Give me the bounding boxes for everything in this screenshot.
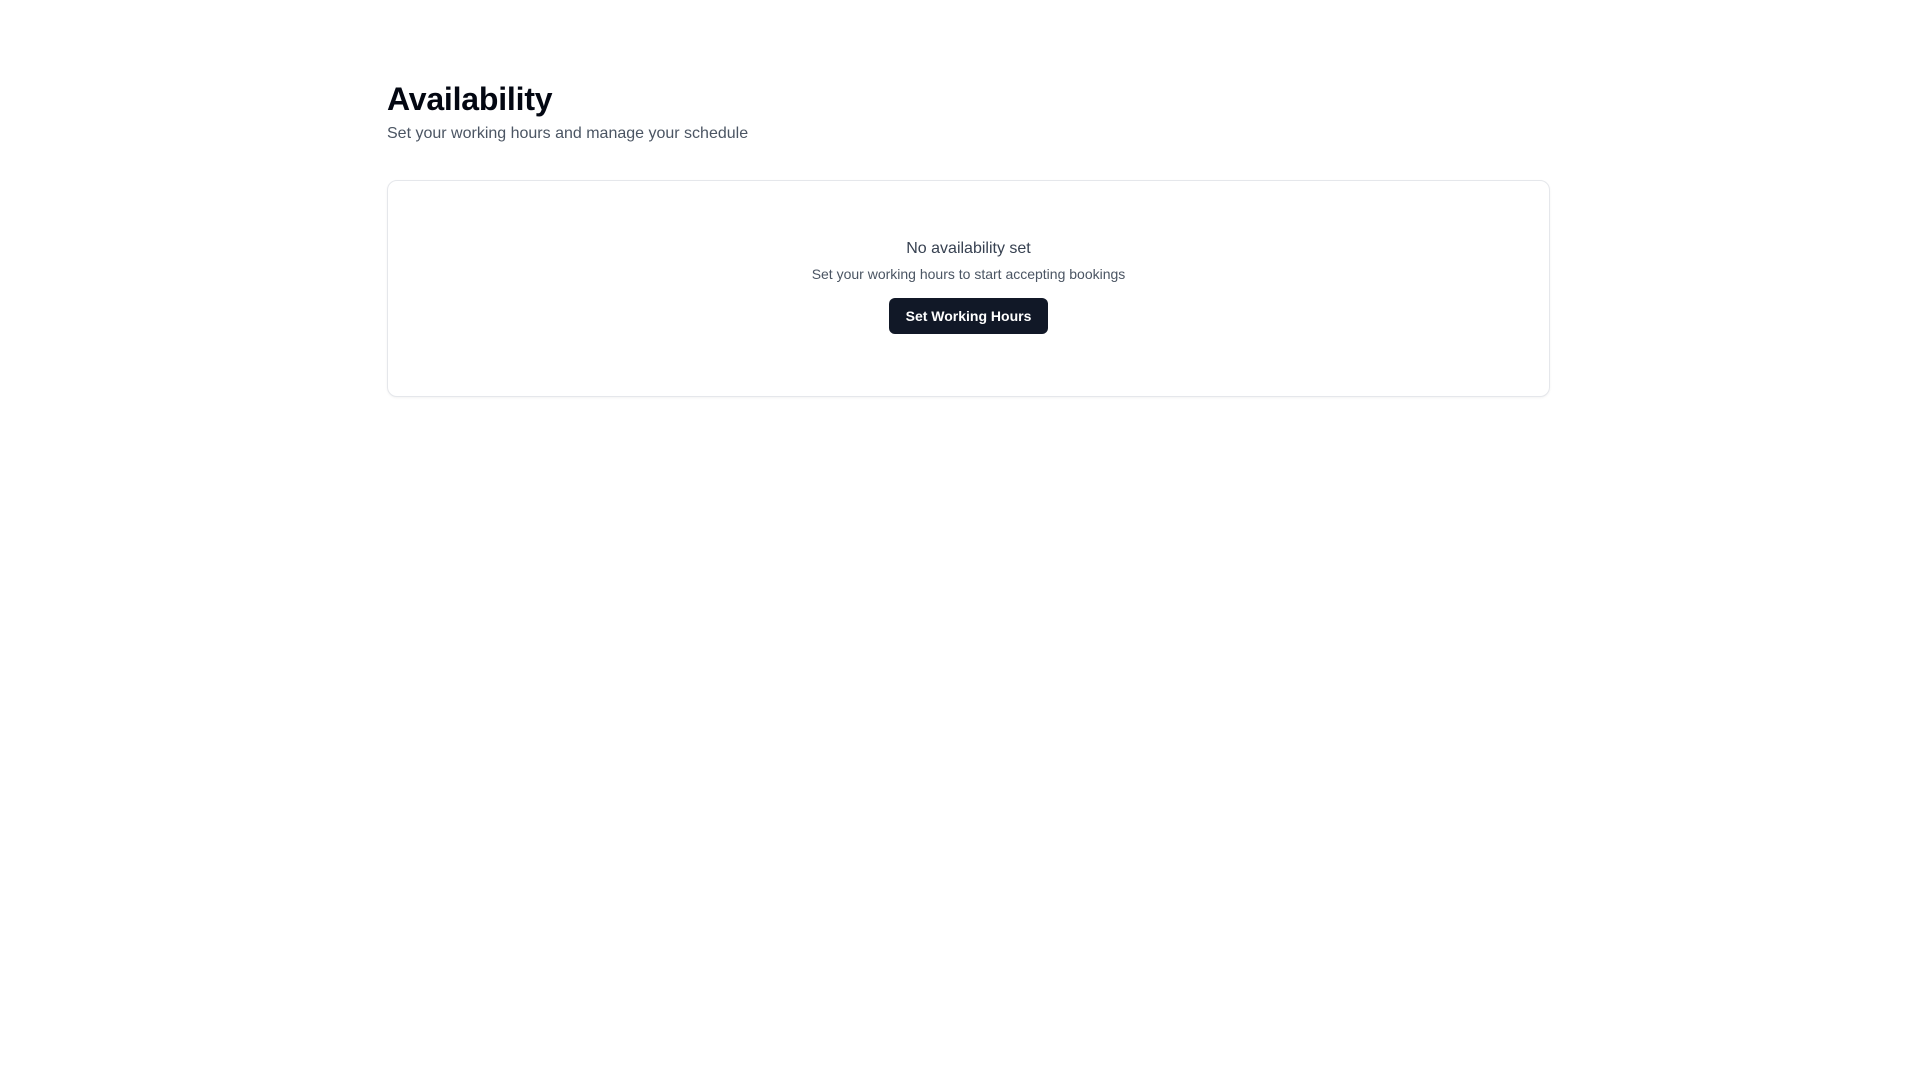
availability-empty-state-card: No availability set Set your working hou… bbox=[387, 180, 1550, 397]
empty-state-title: No availability set bbox=[906, 240, 1031, 257]
page-title: Availability bbox=[387, 81, 553, 117]
availability-page: Availability Set your working hours and … bbox=[387, 78, 1550, 397]
empty-state-description: Set your working hours to start acceptin… bbox=[811, 266, 1126, 282]
set-working-hours-button[interactable]: Set Working Hours bbox=[888, 298, 1049, 334]
page-subtitle: Set your working hours and manage your s… bbox=[387, 125, 749, 142]
